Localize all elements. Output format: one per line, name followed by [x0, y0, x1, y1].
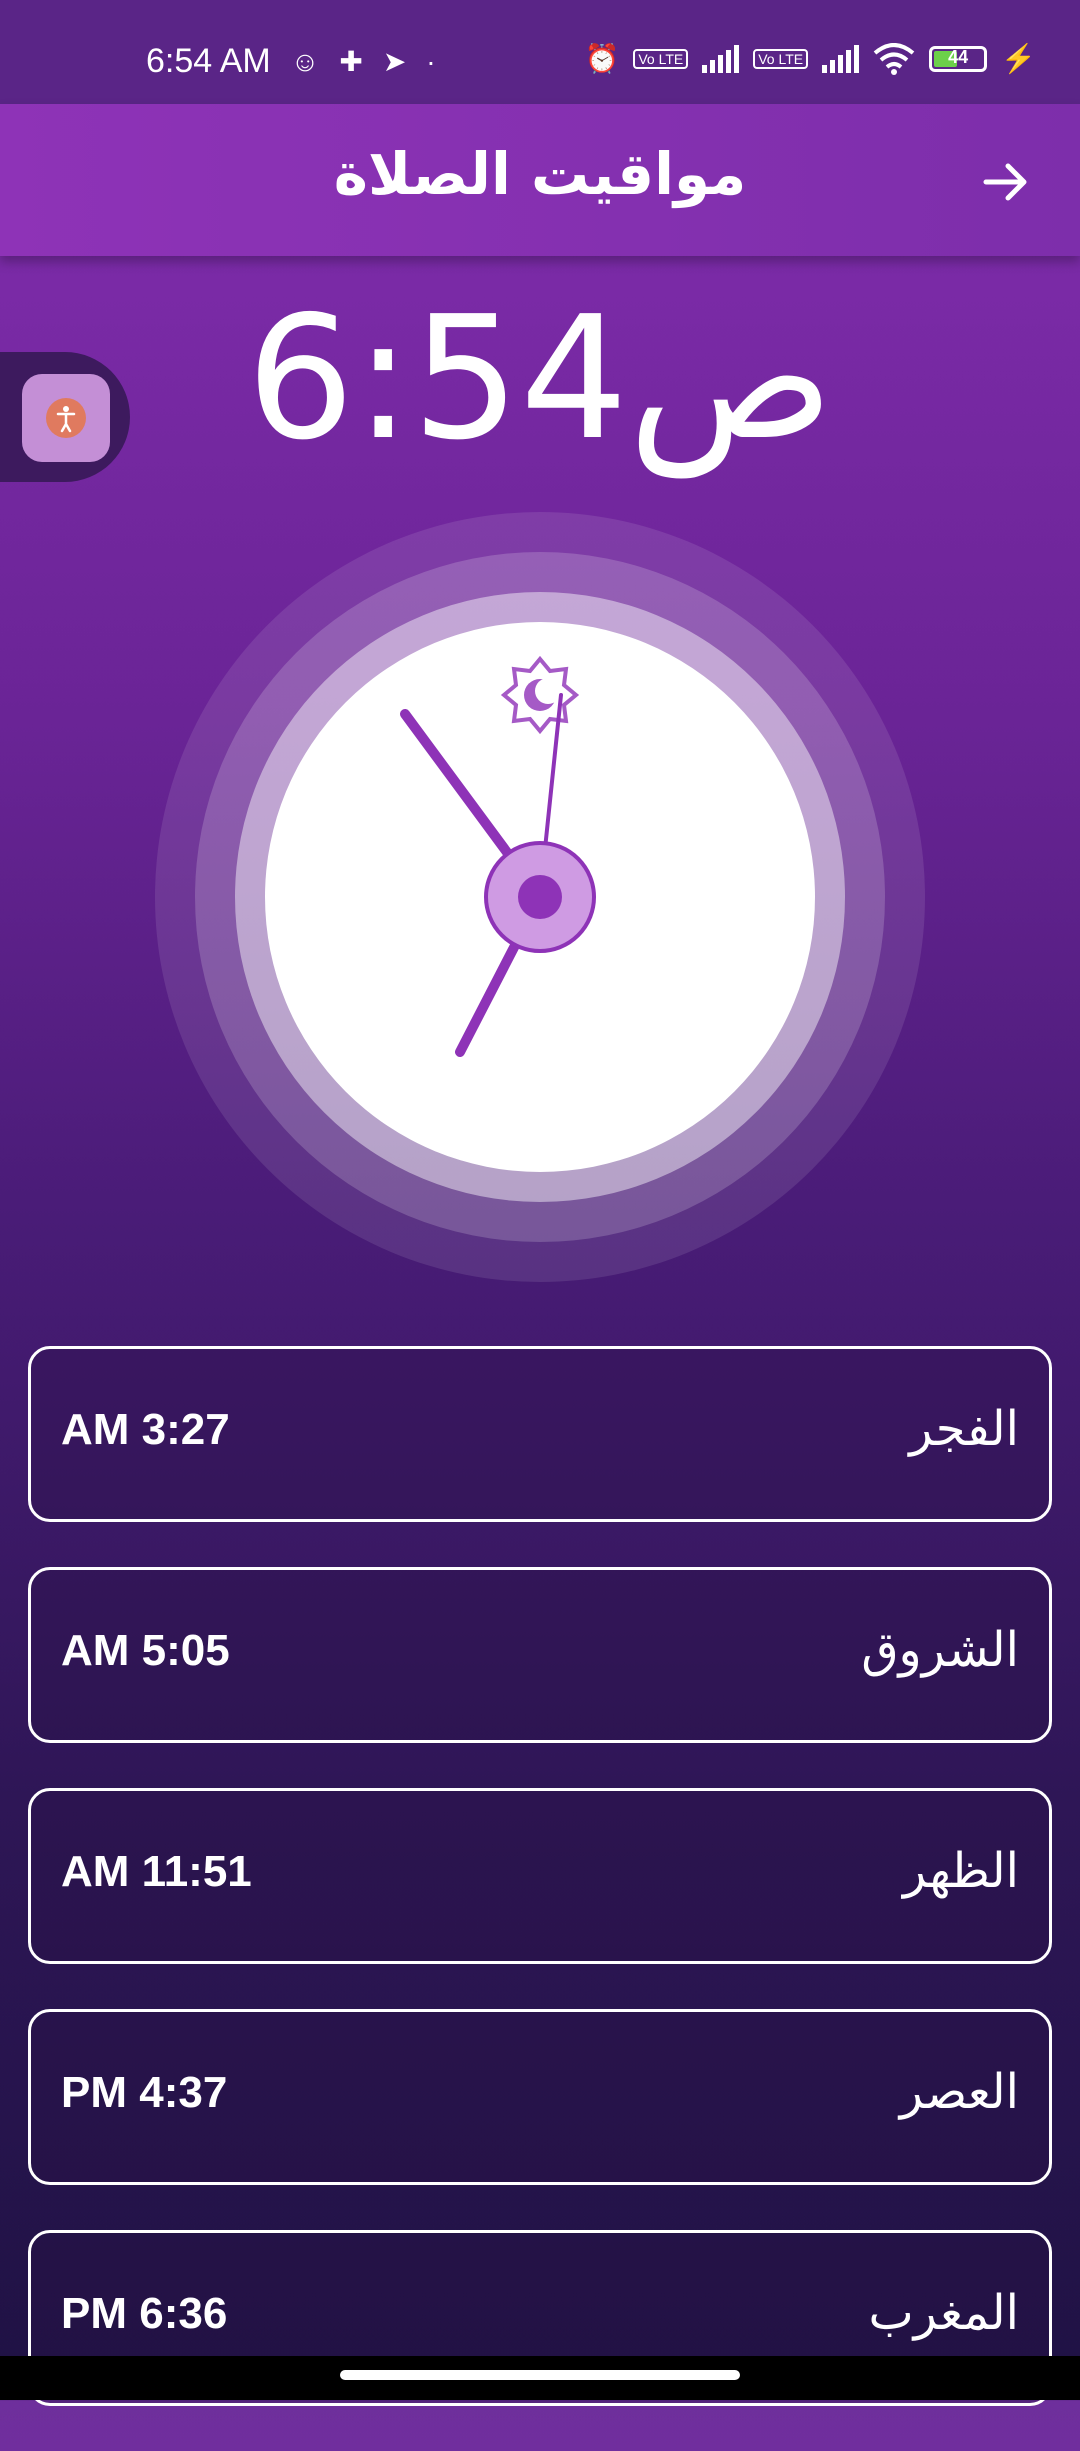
navigation-bar	[0, 2356, 1080, 2400]
prayer-name: العصر	[899, 2064, 1019, 2120]
prayer-time: PM 4:37	[61, 2068, 228, 2117]
volte-icon: Vo LTE	[633, 48, 689, 69]
page-title: مواقيت الصلاة	[333, 140, 747, 208]
wifi-icon	[873, 42, 915, 75]
prayer-row-fajr[interactable]: الفجر AM 3:27	[28, 1346, 1052, 1522]
prayer-time: PM 6:36	[61, 2289, 228, 2338]
prayer-row-asr[interactable]: العصر PM 4:37	[28, 2009, 1052, 2185]
signal-icon	[822, 44, 860, 73]
app-bar: مواقيت الصلاة	[0, 104, 1080, 256]
prayer-time: AM 3:27	[61, 1405, 230, 1454]
status-time: 6:54 AM	[146, 42, 271, 80]
volte-icon: Vo LTE	[753, 48, 809, 69]
prayer-name: المغرب	[868, 2285, 1019, 2341]
prayer-name: الفجر	[909, 1401, 1019, 1457]
prayer-row-sunrise[interactable]: الشروق AM 5:05	[28, 1567, 1052, 1743]
face-icon: ☺	[290, 45, 320, 77]
prayer-name: الشروق	[861, 1622, 1019, 1678]
prayer-time: AM 11:51	[61, 1847, 252, 1896]
dot-icon: ·	[426, 45, 436, 77]
status-right: ⏰ Vo LTE Vo LTE 44 ⚡	[584, 42, 1036, 75]
prayer-row-dhuhr[interactable]: الظهر AM 11:51	[28, 1788, 1052, 1964]
clock-hub-center	[518, 875, 562, 919]
current-time: 6:54ص	[246, 280, 834, 478]
back-button[interactable]	[978, 154, 1034, 210]
puzzle-icon: ✚	[339, 46, 363, 77]
clock	[155, 512, 925, 1282]
prayer-name: الظهر	[903, 1843, 1019, 1899]
battery-icon: 44	[929, 45, 988, 72]
prayer-list: الفجر AM 3:27 الشروق AM 5:05 الظهر AM 11…	[28, 1346, 1052, 2451]
battery-level: 44	[948, 46, 969, 67]
status-left: 6:54 AM ☺ ✚ ➤ ·	[146, 42, 436, 81]
prayer-time: AM 5:05	[61, 1626, 230, 1675]
signal-icon	[702, 44, 740, 73]
alarm-icon: ⏰	[584, 43, 620, 74]
home-gesture-bar[interactable]	[340, 2370, 740, 2380]
arrow-right-icon	[983, 163, 1027, 201]
status-bar: 6:54 AM ☺ ✚ ➤ · ⏰ Vo LTE Vo LTE 44 ⚡	[0, 0, 1080, 104]
telegram-icon: ➤	[382, 46, 407, 77]
charging-icon: ⚡	[1001, 43, 1036, 74]
